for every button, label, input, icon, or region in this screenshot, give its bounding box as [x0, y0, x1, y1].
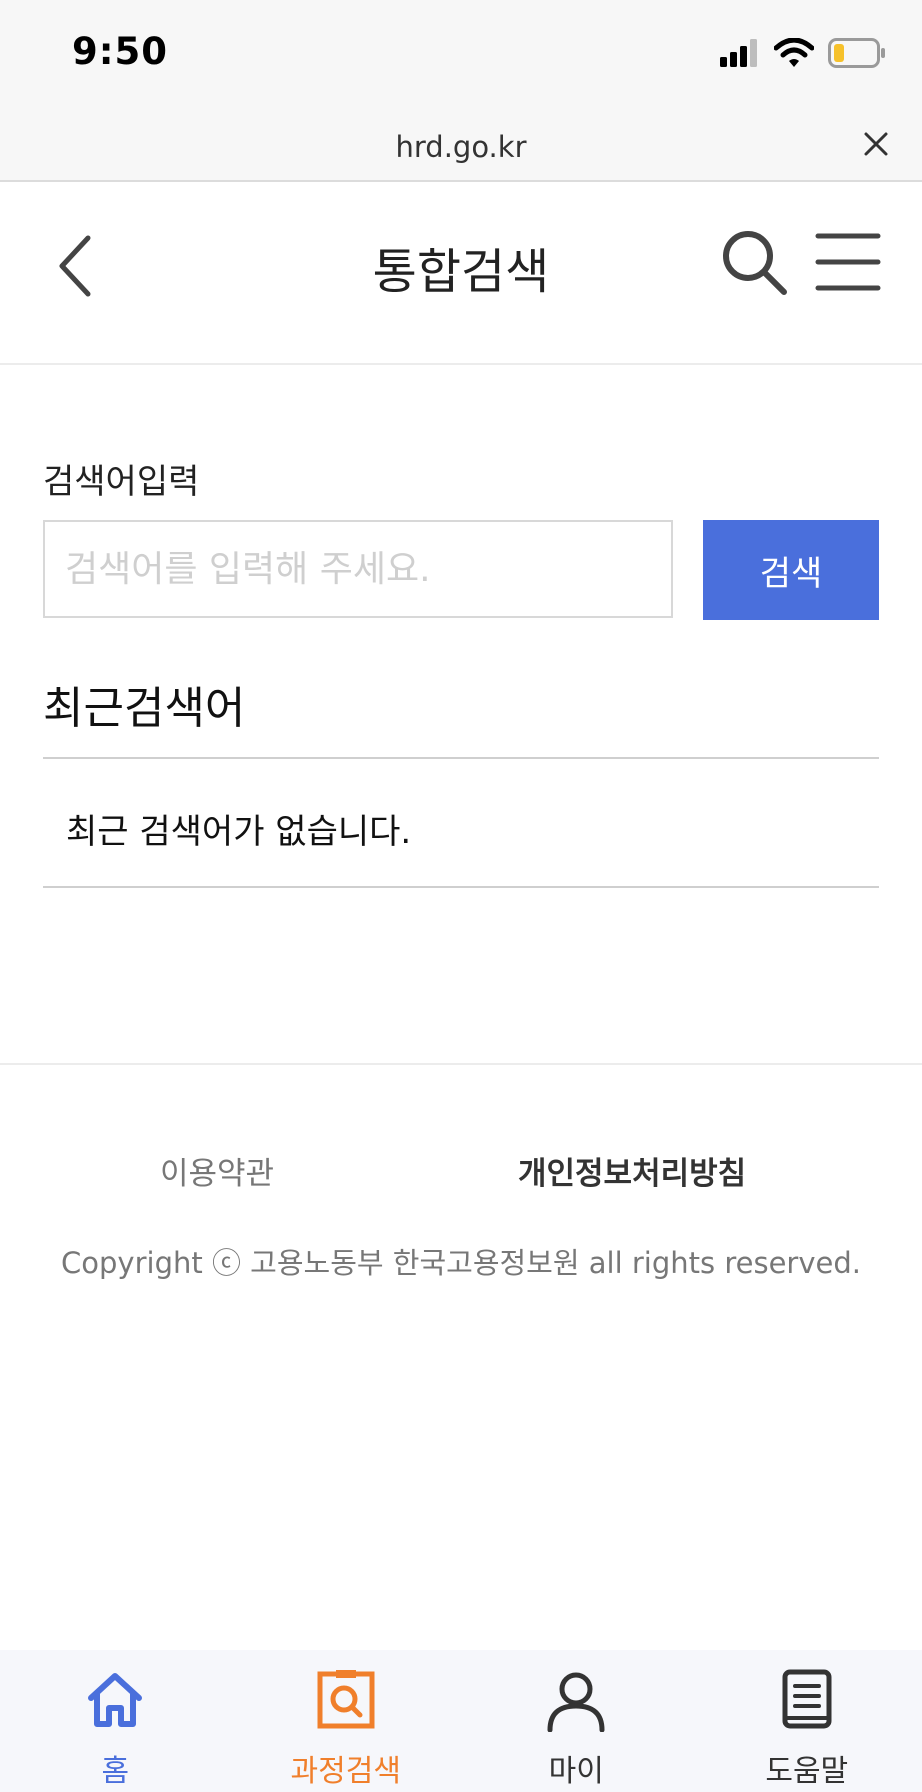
tab-label: 과정검색: [290, 1754, 401, 1789]
search-input[interactable]: [43, 520, 673, 618]
copyright-text: Copyright ⓒ 고용노동부 한국고용정보원 all rights res…: [61, 1246, 861, 1280]
tab-my[interactable]: 마이: [461, 1650, 692, 1792]
status-bar: 9:50: [0, 0, 922, 108]
privacy-policy-link[interactable]: 개인정보처리방침: [518, 1148, 746, 1193]
person-icon: [547, 1672, 605, 1732]
tab-home[interactable]: 홈: [0, 1650, 231, 1792]
terms-of-use-link[interactable]: 이용약관: [160, 1148, 274, 1193]
tab-help[interactable]: 도움말: [692, 1650, 922, 1792]
battery-icon: [828, 38, 885, 68]
divider: [43, 757, 879, 759]
close-icon[interactable]: [862, 130, 890, 158]
browser-url-bar: hrd.go.kr: [0, 108, 922, 182]
tab-label: 도움말: [765, 1754, 849, 1789]
tab-label: 마이: [548, 1754, 604, 1789]
status-icons: [720, 38, 886, 68]
app-header: 통합검색: [0, 182, 922, 365]
bottom-tab-bar: 홈 과정검색 마이 도움말: [0, 1650, 922, 1792]
url-text: hrd.go.kr: [395, 130, 527, 164]
search-button[interactable]: 검색: [703, 520, 879, 620]
recent-searches-title: 최근검색어: [43, 683, 246, 734]
tab-label: 홈: [101, 1754, 130, 1789]
status-time: 9:50: [72, 30, 169, 73]
hamburger-menu-icon[interactable]: [812, 226, 884, 298]
search-icon[interactable]: [718, 226, 790, 298]
course-search-icon: [317, 1670, 375, 1729]
home-icon: [88, 1673, 143, 1727]
footer-divider: [0, 1063, 922, 1065]
book-icon: [782, 1669, 832, 1729]
tab-course-search[interactable]: 과정검색: [231, 1650, 462, 1792]
cellular-signal-icon: [720, 39, 757, 67]
recent-searches-empty-message: 최근 검색어가 없습니다.: [66, 812, 412, 852]
divider: [43, 886, 879, 888]
wifi-icon: [774, 38, 814, 67]
search-label: 검색어입력: [43, 462, 200, 502]
